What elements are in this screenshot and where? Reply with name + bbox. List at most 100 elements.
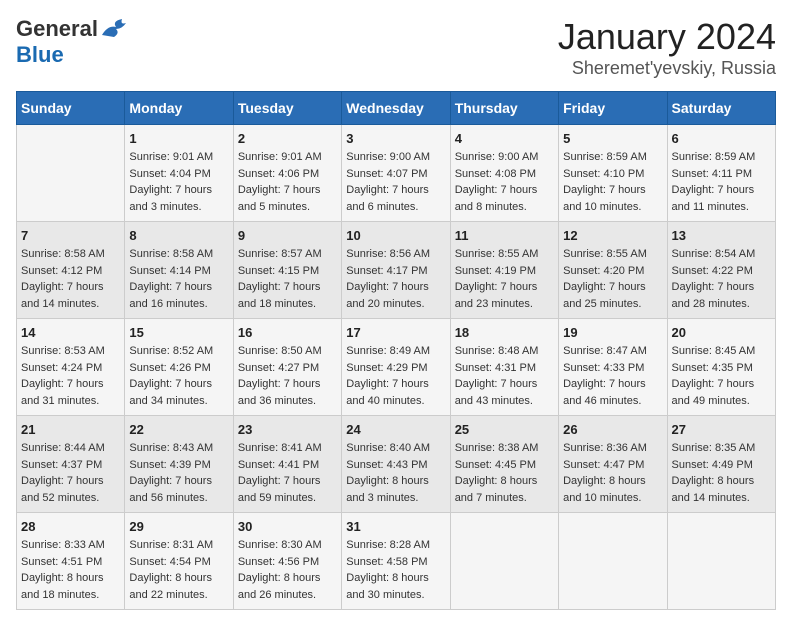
day-info: Sunrise: 8:41 AMSunset: 4:41 PMDaylight:… <box>238 440 337 506</box>
day-info: Sunrise: 8:40 AMSunset: 4:43 PMDaylight:… <box>346 440 445 506</box>
day-number: 23 <box>238 422 337 437</box>
calendar-week-row: 21 Sunrise: 8:44 AMSunset: 4:37 PMDayligh… <box>17 416 776 513</box>
calendar-week-row: 1Sunrise: 9:01 AMSunset: 4:04 PMDaylight… <box>17 125 776 222</box>
day-number: 8 <box>129 228 228 243</box>
header-sunday: Sunday <box>17 92 125 125</box>
table-row <box>17 125 125 222</box>
header-wednesday: Wednesday <box>342 92 450 125</box>
day-info: Sunrise: 8:31 AMSunset: 4:54 PMDaylight:… <box>129 537 228 603</box>
day-number: 1 <box>129 131 228 146</box>
day-info: Sunrise: 8:59 AMSunset: 4:11 PMDaylight:… <box>672 149 771 215</box>
header-tuesday: Tuesday <box>233 92 341 125</box>
day-info: Sunrise: 8:38 AMSunset: 4:45 PMDaylight:… <box>455 440 554 506</box>
calendar-week-row: 7Sunrise: 8:58 AMSunset: 4:12 PMDaylight… <box>17 222 776 319</box>
day-info: Sunrise: 8:53 AMSunset: 4:24 PMDaylight:… <box>21 343 120 409</box>
calendar-body: 1Sunrise: 9:01 AMSunset: 4:04 PMDaylight… <box>17 125 776 610</box>
day-number: 5 <box>563 131 662 146</box>
header-friday: Friday <box>559 92 667 125</box>
day-info: Sunrise: 8:35 AMSunset: 4:49 PMDaylight:… <box>672 440 771 506</box>
table-row <box>450 513 558 610</box>
table-row: 18Sunrise: 8:48 AMSunset: 4:31 PMDayligh… <box>450 319 558 416</box>
calendar-header: Sunday Monday Tuesday Wednesday Thursday… <box>17 92 776 125</box>
header-saturday: Saturday <box>667 92 775 125</box>
day-number: 25 <box>455 422 554 437</box>
calendar-table: Sunday Monday Tuesday Wednesday Thursday… <box>16 91 776 610</box>
day-info: Sunrise: 8:45 AMSunset: 4:35 PMDaylight:… <box>672 343 771 409</box>
calendar-week-row: 14 Sunrise: 8:53 AMSunset: 4:24 PMDayligh… <box>17 319 776 416</box>
table-row: 22 Sunrise: 8:43 AMSunset: 4:39 PMDayligh… <box>125 416 233 513</box>
table-row: 21 Sunrise: 8:44 AMSunset: 4:37 PMDayligh… <box>17 416 125 513</box>
logo-blue-text: Blue <box>16 42 64 68</box>
day-info: Sunrise: 8:54 AMSunset: 4:22 PMDaylight:… <box>672 246 771 312</box>
day-number: 20 <box>672 325 771 340</box>
day-info: Sunrise: 8:50 AMSunset: 4:27 PMDaylight:… <box>238 343 337 409</box>
day-number: 17 <box>346 325 445 340</box>
table-row: 20 Sunrise: 8:45 AMSunset: 4:35 PMDayligh… <box>667 319 775 416</box>
day-info: Sunrise: 8:57 AMSunset: 4:15 PMDaylight:… <box>238 246 337 312</box>
day-number: 14 <box>21 325 120 340</box>
table-row: 30Sunrise: 8:30 AMSunset: 4:56 PMDayligh… <box>233 513 341 610</box>
table-row: 3 Sunrise: 9:00 AMSunset: 4:07 PMDaylight… <box>342 125 450 222</box>
day-number: 24 <box>346 422 445 437</box>
table-row: 12 Sunrise: 8:55 AMSunset: 4:20 PMDayligh… <box>559 222 667 319</box>
table-row: 6 Sunrise: 8:59 AMSunset: 4:11 PMDaylight… <box>667 125 775 222</box>
table-row: 4 Sunrise: 9:00 AMSunset: 4:08 PMDaylight… <box>450 125 558 222</box>
header-monday: Monday <box>125 92 233 125</box>
day-number: 16 <box>238 325 337 340</box>
day-info: Sunrise: 8:36 AMSunset: 4:47 PMDaylight:… <box>563 440 662 506</box>
logo-general-text: General <box>16 16 98 42</box>
title-block: January 2024 Sheremet'yevskiy, Russia <box>558 16 776 79</box>
day-info: Sunrise: 8:43 AMSunset: 4:39 PMDaylight:… <box>129 440 228 506</box>
day-number: 30 <box>238 519 337 534</box>
table-row: 11Sunrise: 8:55 AMSunset: 4:19 PMDayligh… <box>450 222 558 319</box>
day-info: Sunrise: 8:28 AMSunset: 4:58 PMDaylight:… <box>346 537 445 603</box>
calendar-week-row: 28Sunrise: 8:33 AMSunset: 4:51 PMDayligh… <box>17 513 776 610</box>
day-number: 27 <box>672 422 771 437</box>
table-row: 19Sunrise: 8:47 AMSunset: 4:33 PMDayligh… <box>559 319 667 416</box>
day-number: 29 <box>129 519 228 534</box>
table-row: 26 Sunrise: 8:36 AMSunset: 4:47 PMDayligh… <box>559 416 667 513</box>
table-row: 17 Sunrise: 8:49 AMSunset: 4:29 PMDayligh… <box>342 319 450 416</box>
day-number: 26 <box>563 422 662 437</box>
table-row: 10Sunrise: 8:56 AMSunset: 4:17 PMDayligh… <box>342 222 450 319</box>
day-number: 3 <box>346 131 445 146</box>
table-row: 16 Sunrise: 8:50 AMSunset: 4:27 PMDayligh… <box>233 319 341 416</box>
table-row: 25 Sunrise: 8:38 AMSunset: 4:45 PMDayligh… <box>450 416 558 513</box>
logo: General Blue <box>16 16 130 68</box>
day-number: 6 <box>672 131 771 146</box>
table-row: 14 Sunrise: 8:53 AMSunset: 4:24 PMDayligh… <box>17 319 125 416</box>
day-info: Sunrise: 8:55 AMSunset: 4:20 PMDaylight:… <box>563 246 662 312</box>
day-number: 4 <box>455 131 554 146</box>
day-info: Sunrise: 8:55 AMSunset: 4:19 PMDaylight:… <box>455 246 554 312</box>
table-row: 8 Sunrise: 8:58 AMSunset: 4:14 PMDaylight… <box>125 222 233 319</box>
day-number: 7 <box>21 228 120 243</box>
day-number: 22 <box>129 422 228 437</box>
day-info: Sunrise: 8:58 AMSunset: 4:14 PMDaylight:… <box>129 246 228 312</box>
day-number: 21 <box>21 422 120 437</box>
day-info: Sunrise: 9:00 AMSunset: 4:08 PMDaylight:… <box>455 149 554 215</box>
table-row: 23 Sunrise: 8:41 AMSunset: 4:41 PMDayligh… <box>233 416 341 513</box>
table-row: 9 Sunrise: 8:57 AMSunset: 4:15 PMDaylight… <box>233 222 341 319</box>
table-row: 24 Sunrise: 8:40 AMSunset: 4:43 PMDayligh… <box>342 416 450 513</box>
table-row <box>667 513 775 610</box>
table-row <box>559 513 667 610</box>
table-row: 15Sunrise: 8:52 AMSunset: 4:26 PMDayligh… <box>125 319 233 416</box>
day-info: Sunrise: 8:49 AMSunset: 4:29 PMDaylight:… <box>346 343 445 409</box>
day-number: 12 <box>563 228 662 243</box>
header-thursday: Thursday <box>450 92 558 125</box>
day-number: 9 <box>238 228 337 243</box>
day-number: 18 <box>455 325 554 340</box>
day-info: Sunrise: 8:52 AMSunset: 4:26 PMDaylight:… <box>129 343 228 409</box>
logo-bird-icon <box>100 17 130 41</box>
table-row: 28Sunrise: 8:33 AMSunset: 4:51 PMDayligh… <box>17 513 125 610</box>
day-number: 13 <box>672 228 771 243</box>
day-number: 28 <box>21 519 120 534</box>
day-info: Sunrise: 9:00 AMSunset: 4:07 PMDaylight:… <box>346 149 445 215</box>
day-info: Sunrise: 8:47 AMSunset: 4:33 PMDaylight:… <box>563 343 662 409</box>
days-of-week-row: Sunday Monday Tuesday Wednesday Thursday… <box>17 92 776 125</box>
table-row: 29 Sunrise: 8:31 AMSunset: 4:54 PMDayligh… <box>125 513 233 610</box>
day-info: Sunrise: 8:44 AMSunset: 4:37 PMDaylight:… <box>21 440 120 506</box>
day-number: 10 <box>346 228 445 243</box>
day-number: 31 <box>346 519 445 534</box>
table-row: 7Sunrise: 8:58 AMSunset: 4:12 PMDaylight… <box>17 222 125 319</box>
